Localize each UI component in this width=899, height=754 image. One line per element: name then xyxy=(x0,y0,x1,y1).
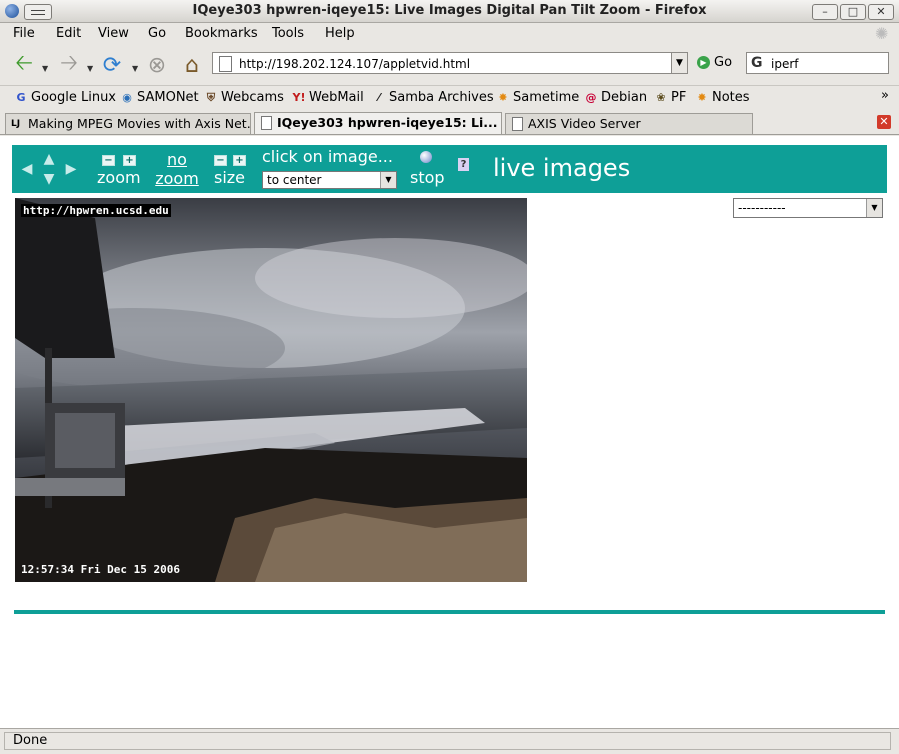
pf-icon: ❀ xyxy=(656,90,666,104)
close-tab-icon[interactable]: ✕ xyxy=(877,115,891,129)
forward-history-dropdown-icon[interactable]: ▼ xyxy=(87,64,93,73)
bookmark-webcams[interactable]: ⛨ Webcams xyxy=(204,90,284,105)
zoom-in-icon[interactable]: + xyxy=(123,155,136,166)
reload-icon[interactable]: ⟳ xyxy=(98,51,126,79)
zoom-label: zoom xyxy=(97,168,141,187)
size-label: size xyxy=(214,168,246,187)
go-button[interactable]: ▶ Go xyxy=(697,55,732,70)
maximize-button[interactable]: □ xyxy=(840,4,866,20)
bookmark-debian[interactable]: @ Debian xyxy=(584,90,648,105)
go-icon: ▶ xyxy=(697,56,710,69)
back-arrow-icon[interactable]: 🡠 xyxy=(10,51,38,79)
chevron-down-icon[interactable]: ▼ xyxy=(380,172,396,188)
tilt-down-arrow-icon[interactable]: ▼ xyxy=(41,171,57,187)
stop-ball-icon[interactable] xyxy=(420,151,432,163)
samba-icon: ⁄ xyxy=(378,90,380,104)
search-bar[interactable]: G xyxy=(746,52,889,74)
google-search-icon[interactable]: G xyxy=(751,55,763,71)
window-title: IQeye303 hpwren-iqeye15: Live Images Dig… xyxy=(192,3,707,18)
camera-image[interactable]: http://hpwren.ucsd.edu 12:57:34 Fri Dec … xyxy=(15,198,527,582)
status-bar: Done xyxy=(0,728,899,754)
divider xyxy=(14,610,885,614)
sametime-icon: ✸ xyxy=(498,90,508,104)
camera-timestamp-overlay: 12:57:34 Fri Dec 15 2006 xyxy=(21,563,180,576)
page-icon xyxy=(261,116,272,130)
go-label: Go xyxy=(714,55,733,70)
size-increase-icon[interactable]: + xyxy=(233,155,246,166)
bookmark-webmail[interactable]: Y! WebMail xyxy=(292,90,364,105)
size-decrease-icon[interactable]: − xyxy=(214,155,227,166)
zoom-out-icon[interactable]: − xyxy=(102,155,115,166)
live-images-heading: live images xyxy=(493,154,631,182)
back-history-dropdown-icon[interactable]: ▼ xyxy=(42,64,48,73)
help-icon[interactable]: ? xyxy=(458,158,469,171)
bookmarks-toolbar: G Google Linux ◉ SAMONet ⛨ Webcams Y! We… xyxy=(0,85,899,110)
camera-preset-select[interactable]: ----------- ▼ xyxy=(733,198,883,218)
stop-icon[interactable]: ⊗ xyxy=(144,51,170,79)
menu-help[interactable]: Help xyxy=(325,26,355,41)
tab-bar: LJ Making MPEG Movies with Axis Net... I… xyxy=(0,111,899,135)
menu-view[interactable]: View xyxy=(98,26,129,41)
status-text: Done xyxy=(4,732,891,750)
bookmark-notes[interactable]: ✸ Notes xyxy=(695,90,749,105)
bookmark-google-linux[interactable]: G Google Linux xyxy=(14,90,116,105)
menu-file[interactable]: File xyxy=(13,26,35,41)
bookmarks-overflow-chevron-icon[interactable]: » xyxy=(881,88,889,103)
bookmark-pf[interactable]: ❀ PF xyxy=(654,90,686,105)
google-icon: G xyxy=(16,90,26,104)
page-icon xyxy=(219,56,232,72)
pan-right-arrow-icon[interactable]: ▶ xyxy=(63,161,79,177)
lj-icon: LJ xyxy=(11,119,21,129)
click-action-select[interactable]: to center ▼ xyxy=(262,171,397,189)
drop-icon: ◉ xyxy=(122,90,132,104)
bookmark-sametime[interactable]: ✸ Sametime xyxy=(496,90,579,105)
home-icon[interactable]: ⌂ xyxy=(178,51,206,79)
camera-url-overlay: http://hpwren.ucsd.edu xyxy=(21,204,171,217)
chevron-down-icon[interactable]: ▼ xyxy=(866,199,882,217)
click-on-image-label: click on image... xyxy=(262,147,393,166)
tab-axis-video-server[interactable]: AXIS Video Server xyxy=(505,113,753,134)
tab-iqeye303[interactable]: IQeye303 hpwren-iqeye15: Li... xyxy=(254,112,502,134)
yahoo-icon: Y! xyxy=(292,90,306,104)
forward-arrow-icon[interactable]: 🡢 xyxy=(55,51,83,79)
coastal-scene-image xyxy=(15,198,527,582)
url-history-dropdown[interactable]: ▼ xyxy=(671,52,688,74)
bookmark-samba-archives[interactable]: ⁄ Samba Archives xyxy=(372,90,494,105)
stop-label[interactable]: stop xyxy=(410,168,445,187)
tilt-up-arrow-icon[interactable]: ▲ xyxy=(41,151,57,167)
menu-edit[interactable]: Edit xyxy=(56,26,81,41)
throbber-icon: ✺ xyxy=(875,24,889,43)
search-input[interactable] xyxy=(769,54,889,74)
url-bar[interactable] xyxy=(212,52,672,74)
close-window-button[interactable]: ✕ xyxy=(868,4,894,20)
menu-tools[interactable]: Tools xyxy=(272,26,304,41)
shield-icon: ⛨ xyxy=(206,90,216,104)
camera-control-bar: ◀ ▲ ▼ ▶ − + zoom no zoom − + size click … xyxy=(12,145,887,193)
page-icon xyxy=(512,117,523,131)
bookmark-samonet[interactable]: ◉ SAMONet xyxy=(120,90,198,105)
reload-dropdown-icon[interactable]: ▼ xyxy=(132,64,138,73)
notes-icon: ✸ xyxy=(697,90,707,104)
tab-making-mpeg-movies[interactable]: LJ Making MPEG Movies with Axis Net... xyxy=(5,113,251,134)
pan-tilt-control: ◀ ▲ ▼ ▶ xyxy=(19,151,79,187)
menu-bookmarks[interactable]: Bookmarks xyxy=(185,26,258,41)
debian-icon: @ xyxy=(585,90,597,104)
minimize-button[interactable]: – xyxy=(812,4,838,20)
menubar: File Edit View Go Bookmarks Tools Help xyxy=(0,23,899,45)
menu-go[interactable]: Go xyxy=(148,26,166,41)
pan-left-arrow-icon[interactable]: ◀ xyxy=(19,161,35,177)
url-input[interactable] xyxy=(237,54,671,74)
page-content: ◀ ▲ ▼ ▶ − + zoom no zoom − + size click … xyxy=(0,136,899,728)
no-zoom-link[interactable]: no zoom xyxy=(154,150,200,188)
window-titlebar: IQeye303 hpwren-iqeye15: Live Images Dig… xyxy=(0,0,899,23)
